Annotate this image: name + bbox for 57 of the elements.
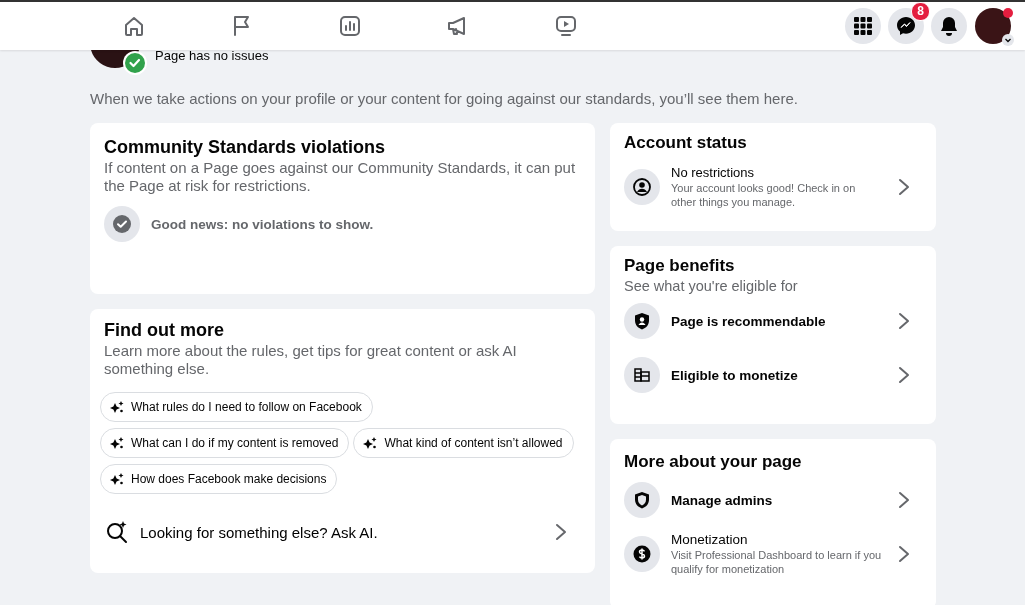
ask-ai-button[interactable]: Looking for something else? Ask AI. <box>100 516 581 548</box>
sparkle-icon <box>109 472 124 486</box>
caret-down-icon <box>1002 34 1014 46</box>
apps-menu-button[interactable] <box>845 8 881 44</box>
row-title: Manage admins <box>671 492 774 508</box>
suggestion-chip[interactable]: What kind of content isn’t allowed <box>353 428 574 458</box>
person-icon <box>624 169 660 205</box>
settings-row[interactable]: Manage admins <box>624 473 922 527</box>
dollar-coin-icon <box>624 536 660 572</box>
shield-icon <box>624 482 660 518</box>
bell-icon <box>940 16 958 36</box>
home-icon[interactable] <box>122 14 146 38</box>
card-description: If content on a Page goes against our Community Standards, it can put the Page at risk for restrictions. <box>104 159 577 195</box>
card-description: Learn more about the rules, get tips for great content or ask AI something else. <box>103 342 518 378</box>
bar-chart-icon[interactable] <box>338 14 362 38</box>
card-title: Account status <box>624 132 748 154</box>
card-title: Page benefits <box>624 255 736 277</box>
chevron-right-icon[interactable] <box>898 312 910 330</box>
card-title: More about your page <box>624 451 803 473</box>
suggestion-chip[interactable]: What rules do I need to follow on Facebook <box>100 392 373 422</box>
notifications-button[interactable] <box>931 8 967 44</box>
notification-count: 8 <box>911 2 930 21</box>
online-dot-icon <box>1003 8 1013 18</box>
row-title: Page is recommendable <box>671 313 827 329</box>
profile-avatar-button[interactable] <box>975 8 1011 44</box>
chevron-right-icon[interactable] <box>898 178 910 196</box>
chevron-right-icon[interactable] <box>898 491 910 509</box>
settings-row[interactable]: Eligible to monetize <box>624 348 922 402</box>
grid-icon <box>854 17 872 35</box>
page-status-text: Page has no issues <box>155 48 269 63</box>
row-title: Eligible to monetize <box>671 367 799 383</box>
video-icon[interactable] <box>554 14 578 38</box>
shield-person-icon <box>624 303 660 339</box>
chevron-right-icon[interactable] <box>898 366 910 384</box>
settings-row[interactable]: Monetization Visit Professional Dashboard to learn if you qualify for monetization <box>624 527 922 581</box>
ai-search-icon <box>105 520 129 544</box>
check-circle-icon <box>104 206 140 242</box>
chat-bubble-icon <box>896 16 916 36</box>
messenger-button[interactable] <box>888 8 924 44</box>
row-title: No restrictions <box>671 165 756 180</box>
sparkle-icon <box>109 436 124 450</box>
row-description: Your account looks good! Check in on other things you manage. <box>671 181 857 209</box>
row-title: Monetization <box>671 532 749 547</box>
suggestion-chip[interactable]: What can I do if my content is removed <box>100 428 350 458</box>
chevron-right-icon[interactable] <box>898 545 910 563</box>
card-subtitle: See what you're eligible for <box>624 278 799 294</box>
status-text: Good news: no violations to show. <box>151 216 374 232</box>
row-description: Visit Professional Dashboard to learn if you qualify for monetization <box>671 548 883 576</box>
sparkle-icon <box>362 436 378 450</box>
card-title: Community Standards violations <box>104 136 387 159</box>
settings-row[interactable]: Page is recommendable <box>624 294 922 348</box>
settings-row[interactable]: No restrictions Your account looks good! Check in on other things you manage. <box>624 160 922 214</box>
chevron-right-icon[interactable] <box>555 523 567 541</box>
intro-text: When we take actions on your profile or your content for going against our standards, you’ll see them here. <box>90 90 799 107</box>
card-title: Find out more <box>103 319 225 342</box>
sparkle-icon <box>109 400 124 414</box>
suggestion-chip[interactable]: How does Facebook make decisions <box>100 464 338 494</box>
